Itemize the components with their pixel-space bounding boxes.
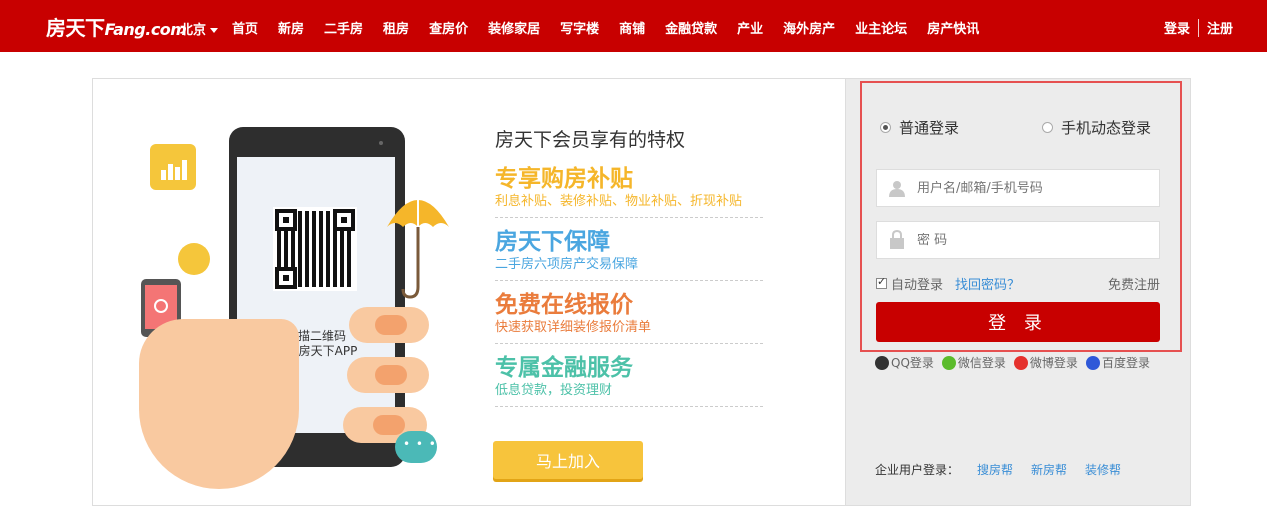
nav-item-industry[interactable]: 产业 — [737, 18, 763, 37]
username-input[interactable] — [917, 180, 1147, 196]
qq-icon — [875, 355, 889, 370]
perk-subtitle: 二手房六项房产交易保障 — [495, 257, 639, 272]
member-perks: 房天下会员享有的特权 专享购房补贴 利息补贴、装修补贴、物业补贴、折现补贴 房天… — [495, 125, 763, 417]
nav-item-home[interactable]: 首页 — [232, 18, 258, 37]
nav-item-finance[interactable]: 金融贷款 — [665, 18, 717, 37]
nav-item-home-decor[interactable]: 装修家居 — [488, 18, 540, 37]
free-register-link[interactable]: 免费注册 — [1108, 274, 1160, 293]
chat-bubble-icon — [395, 431, 437, 463]
perk-subtitle: 低息贷款，投资理财 — [495, 383, 613, 398]
user-icon — [877, 170, 917, 206]
chevron-down-icon — [210, 28, 219, 33]
umbrella-icon — [387, 185, 449, 299]
logo-text: 房天下 — [46, 16, 105, 40]
city-selector[interactable]: 北京 — [180, 19, 219, 38]
radio-selected-icon — [880, 122, 891, 133]
login-options: 自动登录 找回密码？ 免费注册 — [876, 274, 1160, 293]
forgot-password-link[interactable]: 找回密码？ — [955, 274, 1020, 293]
app-promo-illustration: 扫描二维码 下载房天下APP — [133, 119, 473, 499]
nav-item-overseas[interactable]: 海外房产 — [783, 18, 835, 37]
login-mode-mobile-label: 手机动态登录 — [1061, 119, 1152, 137]
top-nav-bar: 房天下Fang.com 北京 首页 新房 二手房 租房 查房价 装修家居 写字楼… — [0, 0, 1267, 52]
radio-unselected-icon — [1042, 122, 1053, 133]
header-register-link[interactable]: 注册 — [1207, 18, 1233, 37]
hand-graphic — [139, 319, 299, 489]
finger-graphic — [349, 307, 429, 343]
perk-item: 专属金融服务 低息贷款，投资理财 — [495, 354, 763, 407]
nav-item-resale[interactable]: 二手房 — [324, 18, 363, 37]
login-submit-button[interactable]: 登 录 — [876, 302, 1160, 342]
perk-item: 免费在线报价 快速获取详细装修报价清单 — [495, 291, 763, 344]
join-now-button[interactable]: 马上加入 — [493, 441, 643, 479]
password-input[interactable] — [917, 232, 1147, 248]
qq-login-label: QQ登录 — [891, 356, 934, 370]
login-form: 普通登录 手机动态登录 自动登录 找回密码？ 免费注册 登 录 — [860, 81, 1182, 352]
nav-item-price-check[interactable]: 查房价 — [429, 18, 468, 37]
nav-item-office[interactable]: 写字楼 — [560, 18, 599, 37]
nav-item-news[interactable]: 房产快讯 — [927, 18, 979, 37]
login-mode-normal-label: 普通登录 — [899, 119, 960, 137]
site-logo[interactable]: 房天下Fang.com — [46, 12, 187, 41]
social-login-list: QQ登录 微信登录 微博登录 百度登录 — [875, 354, 1150, 371]
perk-title: 房天下保障 — [495, 229, 610, 255]
weibo-login-link[interactable]: 微博登录 — [1013, 354, 1078, 371]
main-nav: 首页 新房 二手房 租房 查房价 装修家居 写字楼 商铺 金融贷款 产业 海外房… — [232, 18, 979, 37]
enterprise-login: 企业用户登录： 搜房帮 新房帮 装修帮 — [875, 461, 1121, 478]
perks-heading: 房天下会员享有的特权 — [495, 129, 686, 151]
qr-code — [273, 207, 357, 291]
logo-domain: Fang.com — [104, 20, 187, 39]
auth-links: 登录 注册 — [1164, 18, 1233, 37]
qq-login-link[interactable]: QQ登录 — [875, 354, 934, 371]
wechat-icon — [941, 355, 956, 370]
perk-subtitle: 快速获取详细装修报价清单 — [495, 320, 652, 335]
login-mode-normal[interactable]: 普通登录 — [880, 117, 959, 138]
nav-item-rent[interactable]: 租房 — [383, 18, 409, 37]
password-field[interactable] — [876, 221, 1160, 259]
divider — [1197, 18, 1199, 37]
auto-login-label: 自动登录 — [891, 278, 944, 293]
finger-graphic — [347, 357, 429, 393]
enterprise-label: 企业用户登录： — [875, 463, 960, 477]
perk-title: 专属金融服务 — [495, 355, 633, 381]
enterprise-link-xinfang[interactable]: 新房帮 — [1031, 461, 1067, 478]
perk-item: 专享购房补贴 利息补贴、装修补贴、物业补贴、折现补贴 — [495, 165, 763, 218]
perk-item: 房天下保障 二手房六项房产交易保障 — [495, 228, 763, 281]
login-mode-mobile[interactable]: 手机动态登录 — [1042, 117, 1151, 138]
baidu-icon — [1085, 355, 1100, 370]
baidu-login-link[interactable]: 百度登录 — [1085, 354, 1150, 371]
perk-title: 专享购房补贴 — [495, 166, 633, 192]
bar-chart-icon — [150, 144, 196, 190]
header-login-link[interactable]: 登录 — [1164, 18, 1190, 37]
wechat-login-link[interactable]: 微信登录 — [941, 354, 1006, 371]
perk-title: 免费在线报价 — [495, 292, 633, 318]
city-label: 北京 — [180, 23, 207, 38]
weibo-login-label: 微博登录 — [1029, 356, 1078, 370]
weibo-icon — [1013, 355, 1028, 370]
nav-item-forum[interactable]: 业主论坛 — [855, 18, 907, 37]
nav-item-new-homes[interactable]: 新房 — [278, 18, 304, 37]
nav-item-shops[interactable]: 商铺 — [619, 18, 645, 37]
thumbs-up-icon — [178, 243, 210, 275]
lock-icon — [877, 222, 917, 258]
username-field[interactable] — [876, 169, 1160, 207]
wechat-login-label: 微信登录 — [957, 356, 1006, 370]
enterprise-link-zhuangxiu[interactable]: 装修帮 — [1085, 461, 1121, 478]
auto-login-checkbox[interactable] — [876, 275, 887, 289]
baidu-login-label: 百度登录 — [1101, 356, 1150, 370]
perk-subtitle: 利息补贴、装修补贴、物业补贴、折现补贴 — [495, 194, 743, 209]
enterprise-link-soufang[interactable]: 搜房帮 — [977, 461, 1013, 478]
